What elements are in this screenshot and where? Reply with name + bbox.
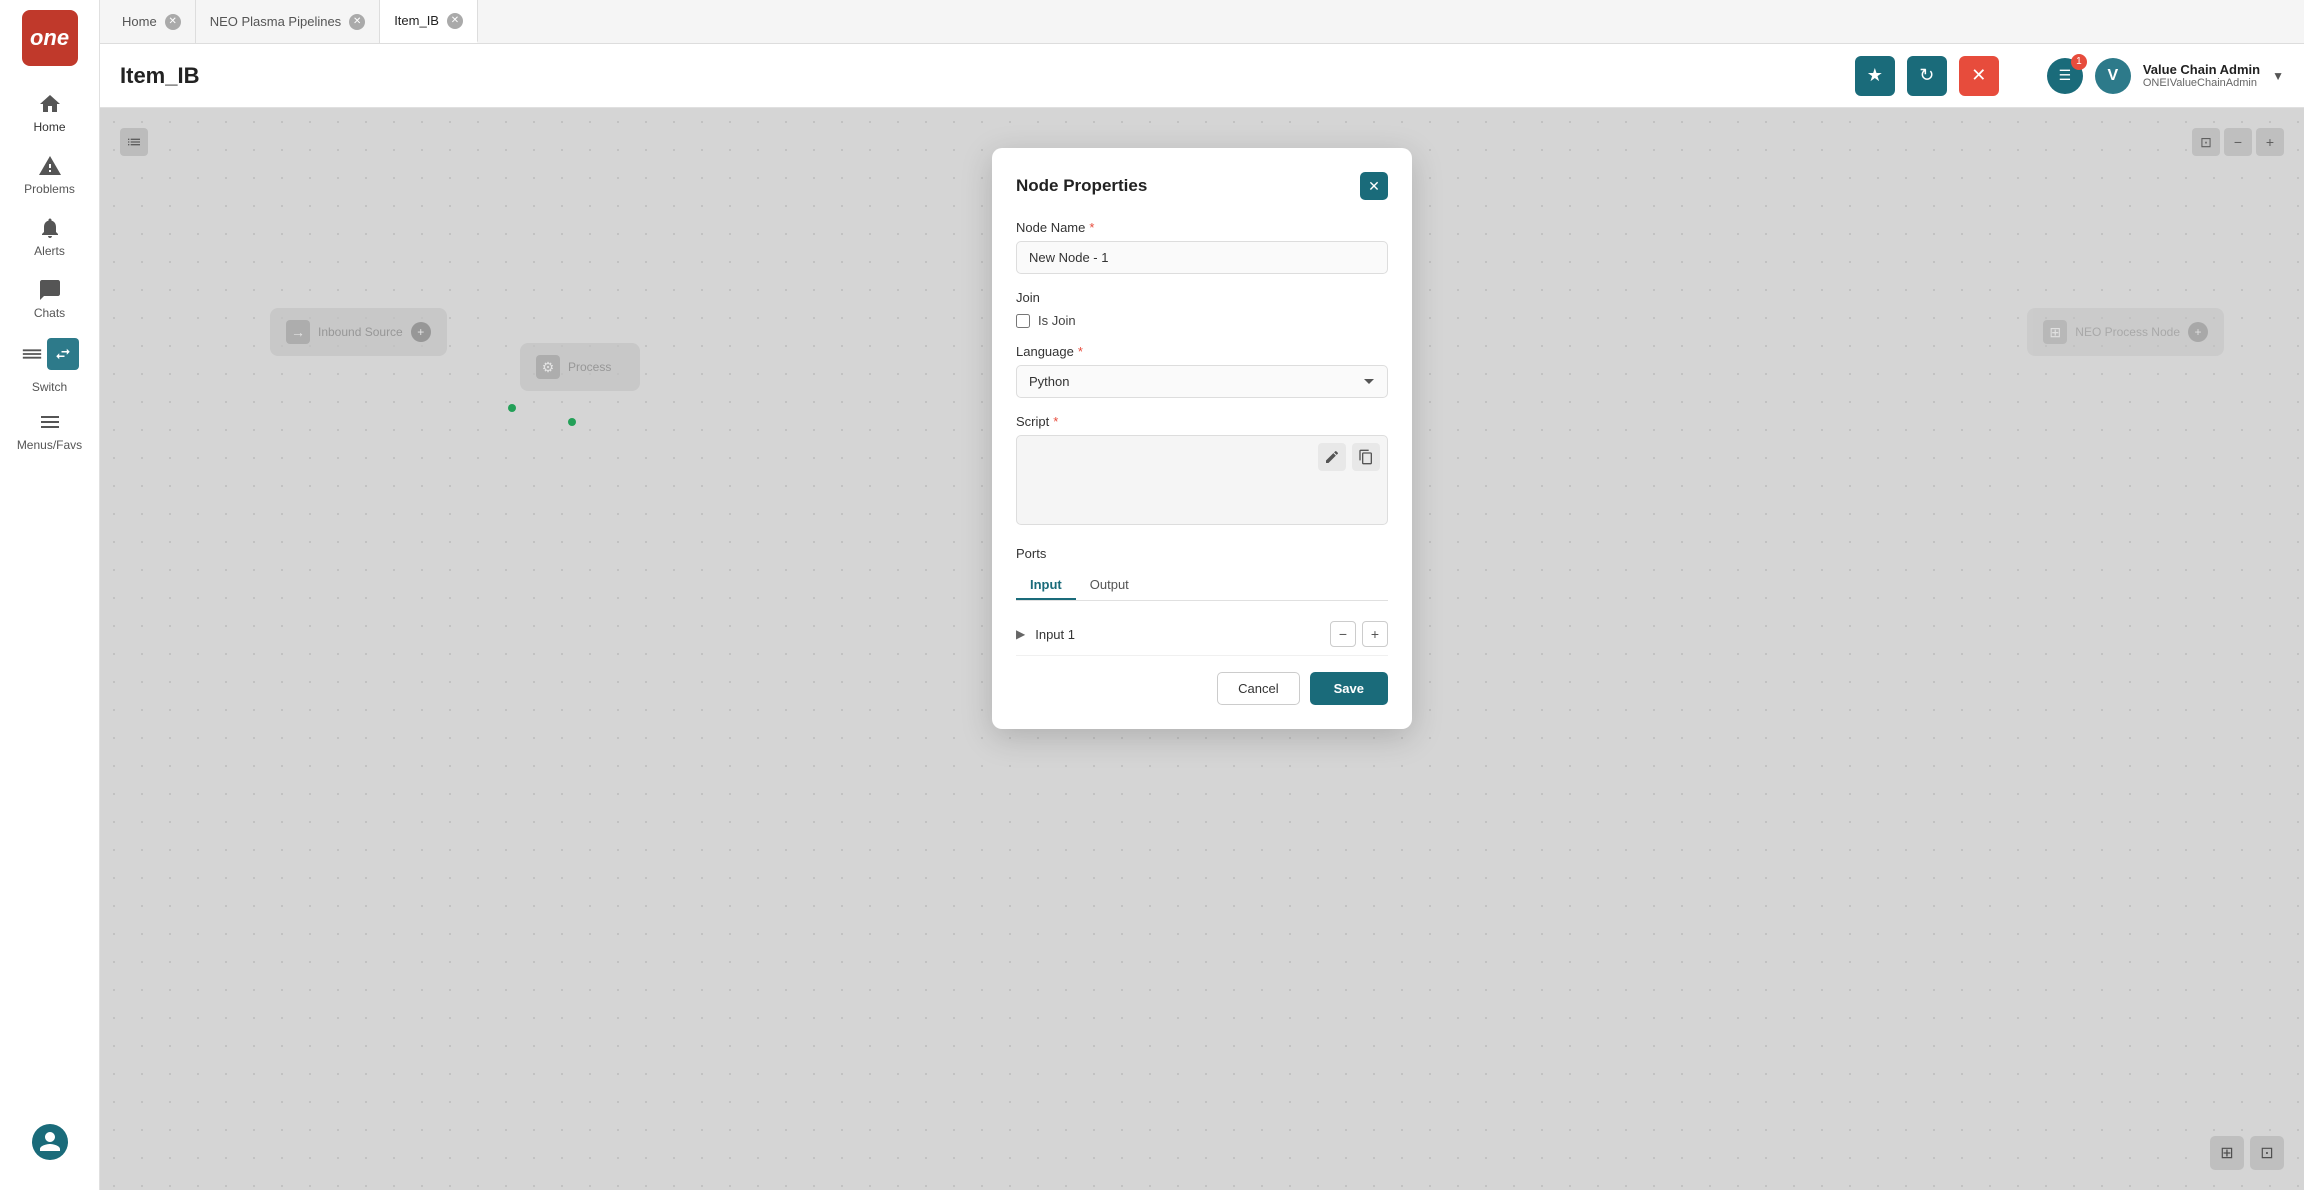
copy-icon — [1358, 449, 1374, 465]
sidebar-label-switch: Switch — [32, 380, 67, 394]
star-icon: ★ — [1867, 65, 1883, 86]
tab-item-ib-close[interactable]: ✕ — [447, 13, 463, 29]
ports-label: Ports — [1016, 546, 1388, 561]
port-tab-input[interactable]: Input — [1016, 571, 1076, 600]
node-properties-dialog: Node Properties ✕ Node Name * Join — [992, 148, 1412, 729]
user-name: Value Chain Admin — [2143, 62, 2260, 77]
page-title: Item_IB — [120, 63, 1843, 89]
port-remove-button[interactable]: − — [1330, 621, 1356, 647]
dialog-close-icon: ✕ — [1368, 178, 1380, 195]
node-name-input[interactable] — [1016, 241, 1388, 274]
cancel-button[interactable]: Cancel — [1217, 672, 1299, 705]
user-avatar-small — [32, 1124, 68, 1160]
ports-section: Ports Input Output ▶ Input 1 − + — [1016, 546, 1388, 656]
header: Item_IB ★ ↻ ✕ ☰ 1 V Value Chain Admin ON… — [100, 44, 2304, 108]
sidebar-label-chats: Chats — [34, 306, 65, 320]
sidebar-item-alerts[interactable]: Alerts — [0, 206, 99, 268]
refresh-button[interactable]: ↻ — [1907, 56, 1947, 96]
chat-icon — [38, 278, 62, 302]
tab-item-ib[interactable]: Item_IB ✕ — [380, 0, 478, 43]
join-group: Join Is Join — [1016, 290, 1388, 328]
modal-overlay: Node Properties ✕ Node Name * Join — [100, 108, 2304, 1190]
script-group: Script * — [1016, 414, 1388, 530]
home-icon — [38, 92, 62, 116]
required-star-script: * — [1053, 414, 1058, 429]
tab-neo-close[interactable]: ✕ — [349, 14, 365, 30]
menu-button[interactable]: ☰ 1 — [2047, 58, 2083, 94]
language-select[interactable]: Python JavaScript R SQL — [1016, 365, 1388, 398]
required-star-name: * — [1089, 220, 1094, 235]
required-star-lang: * — [1078, 344, 1083, 359]
sidebar-label-home: Home — [33, 120, 65, 134]
tab-home-label: Home — [122, 14, 157, 29]
save-button[interactable]: Save — [1310, 672, 1388, 705]
is-join-row: Is Join — [1016, 313, 1388, 328]
sidebar-item-menus[interactable]: Menus/Favs — [0, 400, 99, 462]
port-name: Input 1 — [1035, 627, 1324, 642]
close-pipeline-button[interactable]: ✕ — [1959, 56, 1999, 96]
user-role: ONEIValueChainAdmin — [2143, 77, 2260, 89]
is-join-label: Is Join — [1038, 313, 1076, 328]
tab-home-close[interactable]: ✕ — [165, 14, 181, 30]
bell-icon — [38, 216, 62, 240]
canvas-area[interactable]: ⊡ − + → Inbound Source + ⚙ Process ⊞ NEO… — [100, 108, 2304, 1190]
node-name-group: Node Name * — [1016, 220, 1388, 274]
node-name-label: Node Name * — [1016, 220, 1388, 235]
dialog-close-button[interactable]: ✕ — [1360, 172, 1388, 200]
language-group: Language * Python JavaScript R SQL — [1016, 344, 1388, 398]
sidebar-item-switch[interactable] — [0, 330, 99, 378]
user-dropdown-arrow[interactable]: ▼ — [2272, 69, 2284, 83]
pencil-icon — [1324, 449, 1340, 465]
dialog-header: Node Properties ✕ — [1016, 172, 1388, 200]
notification-badge: 1 — [2071, 54, 2087, 70]
script-edit-button[interactable] — [1318, 443, 1346, 471]
port-tab-output[interactable]: Output — [1076, 571, 1143, 600]
avatar-letter: V — [2108, 67, 2119, 85]
tab-neo[interactable]: NEO Plasma Pipelines ✕ — [196, 0, 381, 43]
script-label: Script * — [1016, 414, 1388, 429]
script-icons — [1318, 443, 1380, 471]
app-logo[interactable]: one — [22, 10, 78, 66]
port-add-button[interactable]: + — [1362, 621, 1388, 647]
port-chevron[interactable]: ▶ — [1016, 627, 1025, 641]
script-area — [1016, 435, 1388, 530]
logo-text: one — [30, 25, 69, 51]
close-icon: ✕ — [1971, 65, 1986, 86]
sidebar-label-menus: Menus/Favs — [17, 438, 82, 452]
user-avatar[interactable]: V — [2095, 58, 2131, 94]
menu-icon — [38, 410, 62, 434]
switch-arrows-icon — [54, 345, 72, 363]
ports-tabs: Input Output — [1016, 571, 1388, 601]
refresh-icon: ↻ — [1919, 65, 1934, 86]
dialog-title: Node Properties — [1016, 176, 1147, 196]
tab-item-ib-label: Item_IB — [394, 13, 439, 28]
warning-icon — [38, 154, 62, 178]
tab-home[interactable]: Home ✕ — [108, 0, 196, 43]
sidebar-label-alerts: Alerts — [34, 244, 65, 258]
join-section-label: Join — [1016, 290, 1388, 305]
sidebar-item-home[interactable]: Home — [0, 82, 99, 144]
layers-icon — [21, 343, 43, 365]
hamburger-icon: ☰ — [2059, 67, 2072, 84]
tab-bar: Home ✕ NEO Plasma Pipelines ✕ Item_IB ✕ — [100, 0, 2304, 44]
user-info: Value Chain Admin ONEIValueChainAdmin — [2143, 62, 2260, 89]
tab-neo-label: NEO Plasma Pipelines — [210, 14, 342, 29]
sidebar-item-problems[interactable]: Problems — [0, 144, 99, 206]
sidebar-avatar[interactable] — [26, 1114, 74, 1170]
main-area: Home ✕ NEO Plasma Pipelines ✕ Item_IB ✕ … — [100, 0, 2304, 1190]
sidebar-item-chats[interactable]: Chats — [0, 268, 99, 330]
language-label: Language * — [1016, 344, 1388, 359]
script-copy-button[interactable] — [1352, 443, 1380, 471]
star-button[interactable]: ★ — [1855, 56, 1895, 96]
sidebar: one Home Problems Alerts Chats — [0, 0, 100, 1190]
dialog-footer: Cancel Save — [1016, 672, 1388, 705]
switch-icon — [47, 338, 79, 370]
is-join-checkbox[interactable] — [1016, 314, 1030, 328]
person-icon — [38, 1130, 62, 1154]
sidebar-label-problems: Problems — [24, 182, 75, 196]
port-row-input1: ▶ Input 1 − + — [1016, 613, 1388, 656]
